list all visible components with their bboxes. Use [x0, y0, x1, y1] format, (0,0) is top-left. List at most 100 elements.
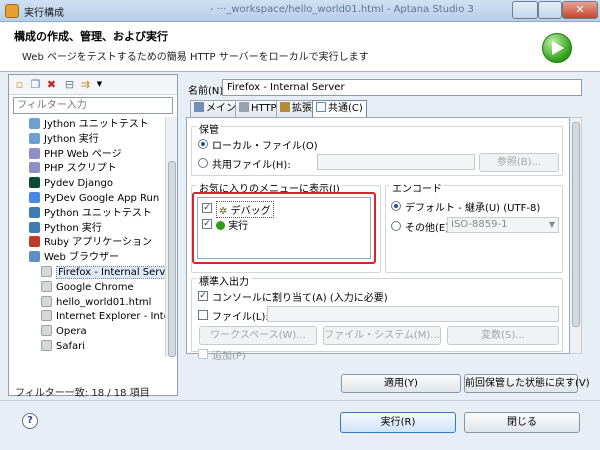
chevron-down-icon[interactable]: ▼ — [93, 78, 106, 91]
tree-item-icon — [29, 162, 40, 174]
run-button[interactable]: 実行(R) — [340, 412, 456, 433]
tab-main[interactable]: メイン — [190, 100, 240, 117]
common-tab-icon — [316, 102, 326, 112]
tree-item[interactable]: Safari — [41, 339, 85, 354]
tree-item-icon — [41, 295, 52, 307]
stdio-group-label: 標準入出力 — [197, 273, 251, 288]
tab-extension[interactable]: 拡張 — [276, 100, 316, 117]
file-checkbox[interactable] — [198, 310, 208, 320]
main-tab-icon — [194, 102, 204, 112]
filter-icon[interactable]: ⇉ — [79, 78, 92, 91]
shared-file-radio[interactable] — [198, 158, 208, 168]
configuration-list-panel: ▫ ❐ ✖ ⊟ ⇉ ▼ Jython ユニットテスト Jython 実行 PHP W… — [8, 74, 178, 399]
tree-item-icon — [29, 177, 40, 189]
tree-item-icon — [41, 310, 52, 322]
tree-item[interactable]: hello_world01.html — [41, 295, 151, 310]
tree-item-icon — [29, 236, 40, 248]
tree-item[interactable]: Web ブラウザー — [29, 250, 119, 265]
minimize-button[interactable] — [512, 1, 538, 19]
tree-item-icon — [41, 340, 52, 351]
dialog-title: 構成の作成、管理、および実行 — [14, 30, 168, 43]
tree-item-icon — [41, 266, 52, 277]
tree-scrollbar[interactable] — [165, 117, 177, 357]
tree-item-icon — [29, 118, 40, 129]
tree-item[interactable]: Opera — [41, 324, 87, 339]
tree-item-icon — [29, 192, 40, 203]
config-toolbar: ▫ ❐ ✖ ⊟ ⇉ ▼ — [9, 75, 177, 95]
help-icon[interactable]: ? — [22, 413, 38, 429]
tree-item-label: Safari — [56, 341, 86, 352]
tree-item[interactable]: Ruby アプリケーション — [29, 235, 152, 250]
revert-button[interactable]: 前回保管した状態に戻す(V) — [464, 374, 590, 393]
chevron-down-icon: ▼ — [548, 220, 555, 229]
filesystem-button[interactable]: ファイル・システム(M)... — [323, 326, 441, 345]
detail-scrollbar[interactable] — [570, 117, 582, 354]
workspace-button[interactable]: ワークスペース(W)... — [199, 326, 317, 345]
footer-separator — [0, 400, 600, 401]
tree-item[interactable]: PyDev Google App Run — [29, 191, 159, 206]
dialog-description: Web ページをテストするための簡易 HTTP サーバーをローカルで実行します — [22, 52, 369, 63]
output-file-field[interactable] — [267, 306, 559, 322]
tree-item-icon — [29, 132, 40, 144]
tree-item[interactable]: Internet Explorer - Interna — [41, 309, 165, 324]
tree-item-label: Pydev Django — [44, 178, 113, 190]
tree-item-icon — [29, 221, 40, 233]
name-field[interactable]: Firefox - Internal Server — [222, 79, 582, 96]
tree-item-icon — [41, 280, 52, 292]
encoding-other-radio[interactable] — [391, 221, 401, 231]
tree-item[interactable]: Firefox - Internal Server — [41, 265, 165, 280]
collapse-all-icon[interactable]: ⊟ — [63, 78, 76, 91]
tree-item[interactable]: Jython 実行 — [29, 132, 99, 147]
tree-item[interactable]: Python 実行 — [29, 221, 102, 236]
encoding-group-label: エンコード — [390, 180, 444, 195]
local-file-radio[interactable] — [198, 139, 208, 149]
filter-input[interactable] — [13, 97, 173, 114]
append-label: 追加(P) — [212, 351, 246, 362]
tree-item[interactable]: Pydev Django — [29, 176, 113, 191]
tree-item-label: Google Chrome — [56, 281, 134, 293]
tree-item[interactable]: PHP Web ページ — [29, 147, 122, 162]
new-config-icon[interactable]: ▫ — [13, 78, 26, 91]
app-icon — [5, 4, 19, 18]
encoding-default-label: デフォルト - 継承(U) (UTF-8) — [405, 203, 541, 214]
tree-item-icon — [41, 325, 52, 337]
tree-item[interactable]: PHP スクリプト — [29, 161, 117, 176]
append-checkbox[interactable] — [198, 349, 208, 359]
delete-icon[interactable]: ✖ — [45, 78, 58, 91]
tree-item-label: Ruby アプリケーション — [44, 237, 153, 249]
http-tab-icon — [239, 102, 249, 112]
tree-item-label: Opera — [56, 326, 87, 338]
filter-count: フィルター一致: 18 / 18 項目 — [15, 388, 150, 399]
tree-item-label: hello_world01.html — [56, 296, 152, 308]
close-button[interactable]: 閉じる — [464, 412, 580, 433]
title-bar: 実行構成 - ···_workspace/hello_world01.html … — [0, 0, 600, 22]
tree-item-label: PHP スクリプト — [44, 163, 117, 175]
shared-file-label: 共用ファイル(H): — [212, 160, 291, 171]
highlight-box — [192, 192, 376, 264]
duplicate-icon[interactable]: ❐ — [29, 78, 42, 91]
tree-item-icon — [29, 206, 40, 218]
tree-item[interactable]: Jython ユニットテスト — [29, 117, 149, 132]
tree-item-label: PyDev Google App Run — [44, 193, 160, 204]
tab-common[interactable]: 共通(C) — [312, 100, 367, 117]
apply-button[interactable]: 適用(Y) — [341, 374, 461, 393]
save-group-label: 保管 — [197, 121, 221, 136]
close-window-button[interactable]: ✕ — [562, 1, 598, 19]
console-checkbox[interactable]: ✓ — [198, 291, 208, 301]
encoding-select[interactable]: ISO-8859-1 ▼ — [447, 217, 559, 233]
encoding-default-radio[interactable] — [391, 201, 401, 211]
tree-item-icon — [29, 147, 40, 159]
run-icon — [542, 33, 572, 63]
tree-item[interactable]: Python ユニットテスト — [29, 206, 152, 221]
browse-button[interactable]: 参照(B)... — [479, 153, 559, 172]
maximize-button[interactable] — [538, 1, 562, 19]
tree-item-label: Web ブラウザー — [44, 252, 119, 264]
dialog-header: 構成の作成、管理、および実行 Web ページをテストするための簡易 HTTP サ… — [0, 22, 600, 72]
shared-file-field[interactable] — [317, 154, 475, 170]
tab-http[interactable]: HTTP — [235, 100, 281, 117]
variables-button[interactable]: 変数(S)... — [447, 326, 559, 345]
tab-bar: メイン HTTP 拡張 共通(C) — [186, 100, 586, 117]
window-title-blurred: - ···_workspace/hello_world01.html - Apt… — [210, 4, 474, 15]
window-title: 実行構成 — [24, 8, 64, 19]
tree-item[interactable]: Google Chrome — [41, 280, 134, 295]
